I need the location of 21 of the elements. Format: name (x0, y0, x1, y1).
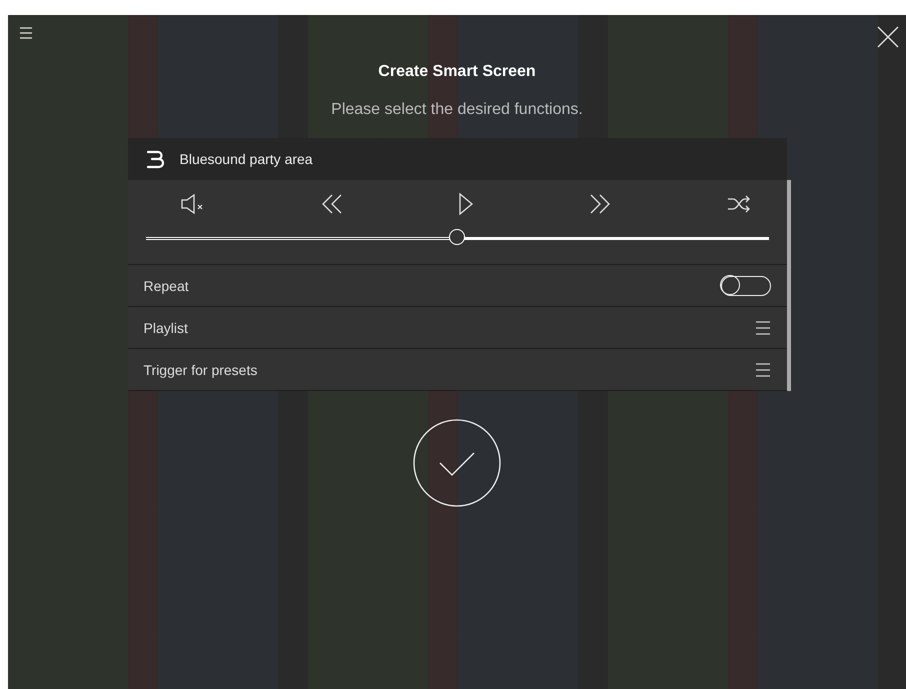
option-row[interactable]: Trigger for presets (128, 349, 786, 391)
rewind-icon[interactable] (320, 193, 343, 215)
screen-title: Create Smart Screen (378, 63, 536, 81)
option-row[interactable]: Repeat (128, 265, 786, 307)
option-label: Repeat (144, 278, 189, 294)
fast-forward-icon[interactable] (589, 193, 612, 215)
option-label: Trigger for presets (144, 362, 258, 378)
option-row[interactable]: Playlist (128, 307, 786, 349)
confirm-button[interactable] (412, 418, 502, 508)
close-icon[interactable] (876, 25, 900, 49)
shuffle-icon[interactable] (726, 195, 750, 213)
panel-title: Bluesound party area (180, 151, 313, 167)
list-icon[interactable] (754, 362, 770, 378)
option-label: Playlist (144, 320, 188, 336)
toggle-switch[interactable] (720, 276, 770, 296)
slider-thumb[interactable] (449, 228, 465, 244)
list-icon[interactable] (754, 320, 770, 336)
screen-subtitle: Please select the desired functions. (331, 101, 583, 119)
play-icon[interactable] (458, 192, 474, 216)
mute-icon[interactable] (180, 193, 206, 215)
menu-icon[interactable] (18, 25, 34, 41)
